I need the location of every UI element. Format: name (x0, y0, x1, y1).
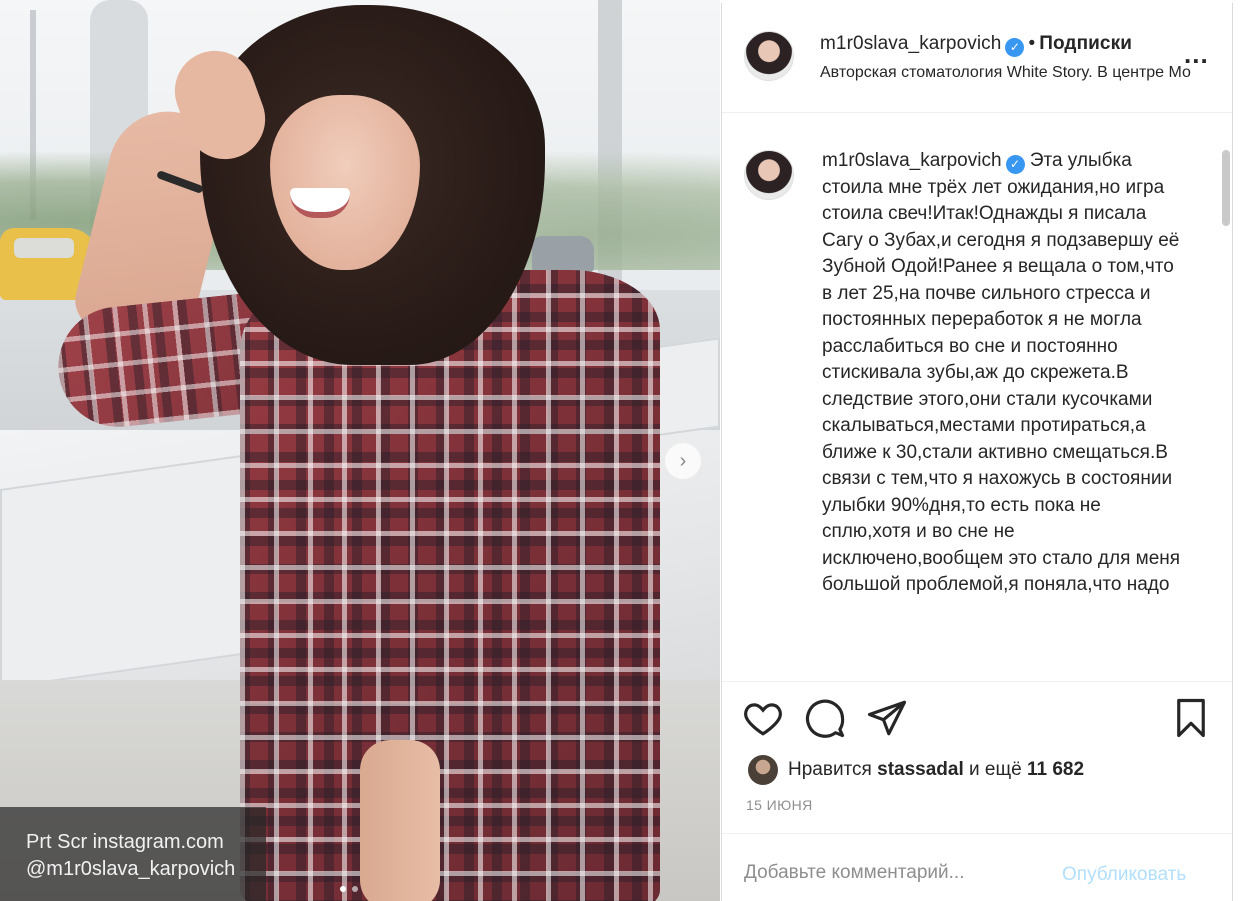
chevron-right-icon: › (679, 450, 687, 472)
post-date[interactable]: 15 ИЮНЯ (746, 797, 813, 813)
location-link[interactable]: Авторская стоматология White Story. В це… (820, 64, 1191, 82)
username-link[interactable]: m1r0slava_karpovich (820, 33, 1001, 54)
watermark: Prt Scr instagram.com @m1r0slava_karpovi… (0, 807, 266, 901)
action-bar (722, 683, 1232, 753)
likes-prefix: Нравится (788, 759, 872, 780)
avatar[interactable] (744, 150, 794, 200)
caption: m1r0slava_karpovich ✓ Эта улыбка стоила м… (822, 148, 1182, 599)
watermark-line: @m1r0slava_karpovich (26, 858, 236, 880)
header-username-row: m1r0slava_karpovich ✓ • Подписки (820, 33, 1132, 57)
caption-text: Эта улыбка стоила мне трёх лет ожидания,… (822, 150, 1181, 595)
caption-scrollbar[interactable] (1222, 150, 1230, 226)
carousel-dots (340, 886, 358, 892)
heart-icon[interactable] (742, 697, 784, 739)
more-options-icon[interactable]: ... (1184, 39, 1209, 70)
photo-shirt (240, 270, 660, 901)
photo-railing (0, 451, 270, 689)
liker-username[interactable]: stassadal (877, 759, 964, 780)
carousel-dot (352, 886, 358, 892)
publish-button[interactable]: Опубликовать (1062, 864, 1186, 886)
post-panel: m1r0slava_karpovich ✓ • Подписки Авторская … (721, 3, 1233, 901)
separator: • (1028, 33, 1036, 54)
likes-count[interactable]: 11 682 (1027, 759, 1084, 780)
carousel-dot (340, 886, 346, 892)
photo-car-grey (532, 236, 594, 272)
avatar[interactable] (744, 31, 794, 81)
likes-middle: и ещё (969, 759, 1022, 780)
comment-bar: Опубликовать (722, 833, 1232, 901)
caption-area[interactable]: m1r0slava_karpovich ✓ Эта улыбка стоила м… (722, 114, 1232, 682)
watermark-line: Prt Scr instagram.com (26, 831, 224, 853)
liker-avatar[interactable] (748, 755, 778, 785)
likes-text: Нравится stassadal и ещё 11 682 (788, 759, 1084, 781)
bookmark-icon[interactable] (1170, 697, 1212, 739)
paper-plane-icon[interactable] (866, 697, 908, 739)
photo-leg (360, 740, 440, 901)
verified-icon: ✓ (1005, 38, 1025, 57)
comment-input[interactable] (744, 862, 1044, 884)
post-header: m1r0slava_karpovich ✓ • Подписки Авторская … (722, 3, 1232, 113)
following-button[interactable]: Подписки (1039, 33, 1132, 54)
likes-row: Нравится stassadal и ещё 11 682 (748, 755, 1084, 785)
next-photo-button[interactable]: › (664, 442, 702, 480)
comment-icon[interactable] (804, 697, 846, 739)
verified-icon: ✓ (1005, 155, 1025, 174)
caption-username[interactable]: m1r0slava_karpovich (822, 150, 1002, 171)
post-photo[interactable]: › Prt Scr instagram.com @m1r0slava_karpo… (0, 0, 720, 901)
